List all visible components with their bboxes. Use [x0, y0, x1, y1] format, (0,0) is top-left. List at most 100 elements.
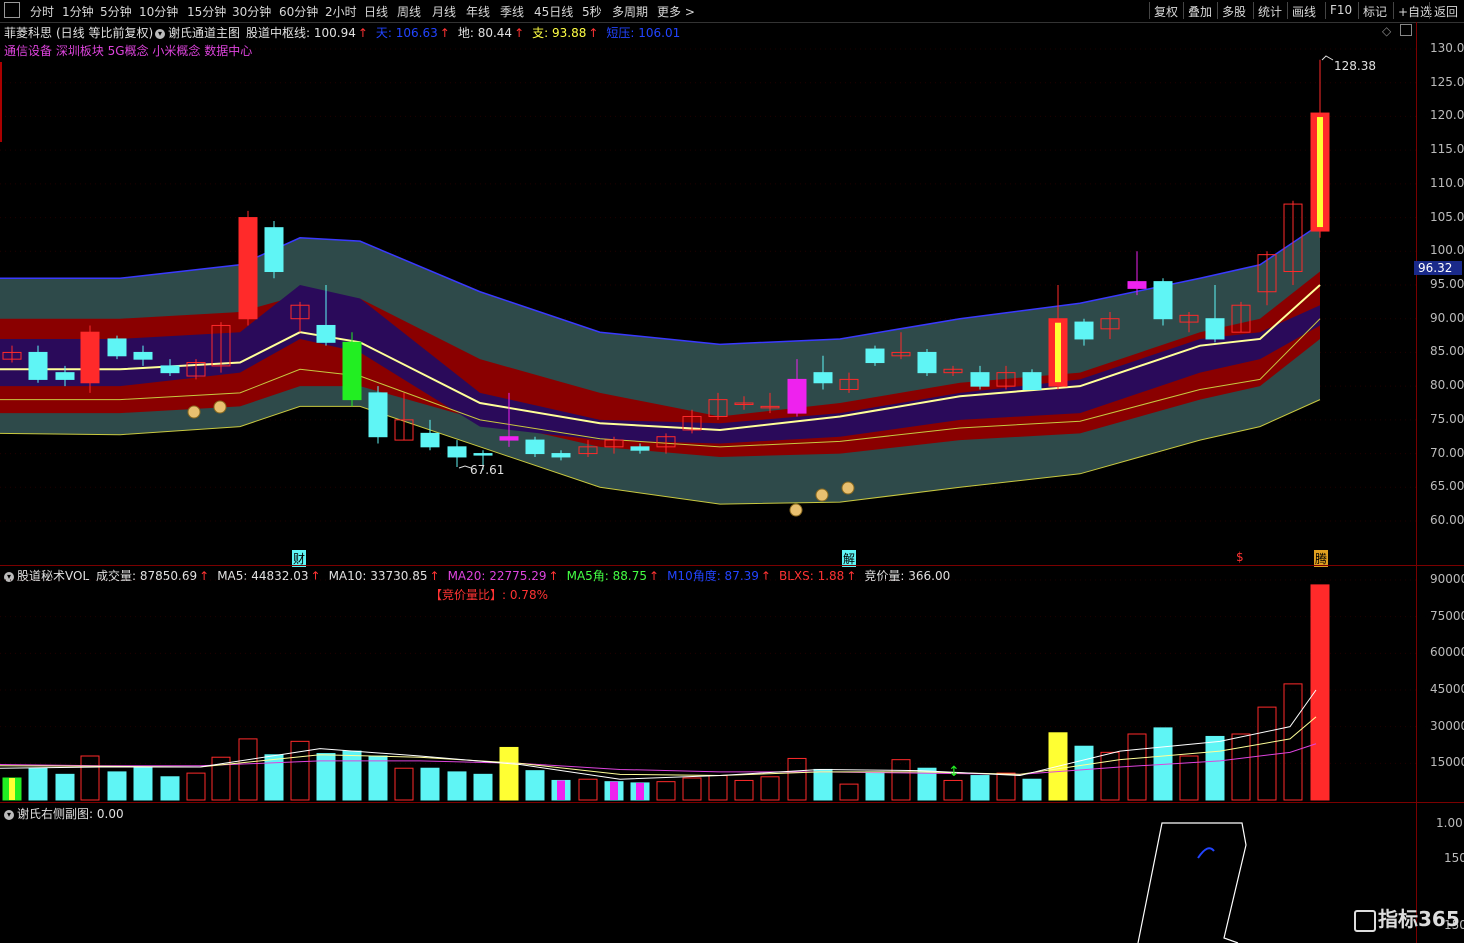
volume-bar: [996, 772, 1016, 801]
high-marker-icon: [1321, 55, 1334, 61]
period-tab-0[interactable]: 分时: [30, 3, 54, 20]
candle-body: [55, 372, 75, 380]
volume-chart[interactable]: ↕: [0, 566, 1416, 802]
limit-up-stripe: [1317, 117, 1323, 228]
candle-body: [160, 365, 180, 374]
period-tab-12[interactable]: 季线: [500, 3, 524, 20]
volume-bar: [290, 740, 310, 801]
price-tick: 90.00: [1430, 310, 1464, 325]
candle-body: [630, 446, 650, 451]
candle-body: [1205, 318, 1225, 340]
candle-body: [238, 217, 258, 320]
period-tab-3[interactable]: 10分钟: [139, 3, 178, 20]
panel-toggle-icon[interactable]: [4, 2, 20, 18]
volume-bar: [447, 771, 467, 801]
toolbar-button-3[interactable]: 统计: [1258, 3, 1282, 20]
volume-bar: [839, 783, 859, 801]
money-bag-icon: [841, 481, 855, 495]
toolbar-button-2[interactable]: 多股: [1222, 3, 1246, 20]
volume-bar: [80, 755, 100, 801]
candlestick-chart[interactable]: [0, 22, 1416, 566]
period-tab-8[interactable]: 日线: [364, 3, 388, 20]
period-tab-14[interactable]: 5秒: [582, 3, 602, 20]
volume-bar: [186, 772, 206, 801]
price-tick: 60.00: [1430, 513, 1464, 527]
candle-body: [28, 351, 48, 380]
candle-body: [1074, 321, 1094, 340]
period-tab-1[interactable]: 1分钟: [62, 3, 94, 20]
toolbar-separator: [1358, 2, 1359, 19]
volume-bar: [1022, 778, 1042, 801]
volume-bar: [1283, 683, 1303, 801]
candle-body: [525, 439, 545, 455]
volume-tick: 75000: [1430, 608, 1464, 623]
candle-body: [1153, 281, 1173, 320]
volume-tick: 90000: [1430, 572, 1464, 586]
toolbar-button-7[interactable]: +自选: [1398, 3, 1432, 20]
volume-bar: [55, 773, 75, 801]
watermark: 指标365: [1354, 903, 1460, 932]
toolbar-button-6[interactable]: 标记: [1363, 3, 1387, 20]
period-tab-15[interactable]: 多周期: [612, 3, 648, 20]
price-tick: 125.00: [1430, 74, 1464, 89]
toolbar-separator: [1325, 2, 1326, 19]
candle-body: [342, 341, 362, 401]
toolbar-separator: [1149, 2, 1150, 19]
signal-curve: [1197, 847, 1215, 859]
period-tab-6[interactable]: 60分钟: [279, 3, 318, 20]
period-tab-4[interactable]: 15分钟: [187, 3, 226, 20]
side-tick: 150: [1444, 851, 1464, 865]
money-bag-icon: [187, 405, 201, 419]
volume-tick: 30000: [1430, 718, 1464, 733]
period-tab-13[interactable]: 45日线: [534, 3, 573, 20]
volume-bar-stripe: [9, 778, 15, 800]
price-tick: 85.00: [1430, 344, 1464, 359]
volume-bar: [656, 781, 676, 801]
candle-body: [917, 351, 937, 374]
volume-tick: 60000: [1430, 645, 1464, 660]
price-tick: 100.00: [1430, 243, 1464, 258]
period-tab-5[interactable]: 30分钟: [232, 3, 271, 20]
period-tab-11[interactable]: 年线: [466, 3, 490, 20]
volume-bar: [394, 767, 414, 801]
toolbar-button-1[interactable]: 叠加: [1188, 3, 1212, 20]
candle-body: [1127, 281, 1147, 289]
volume-bar: [107, 771, 127, 801]
candle-body: [473, 453, 493, 456]
volume-bar-stripe: [557, 780, 565, 800]
toolbar-button-0[interactable]: 复权: [1154, 3, 1178, 20]
volume-bar-stripe: [636, 782, 644, 800]
candle-body: [133, 351, 153, 360]
period-tab-9[interactable]: 周线: [397, 3, 421, 20]
toolbar-separator: [1429, 2, 1430, 19]
toolbar-button-4[interactable]: 画线: [1292, 3, 1316, 20]
candle-body: [264, 227, 284, 273]
period-tab-2[interactable]: 5分钟: [100, 3, 132, 20]
volume-bar: [1205, 735, 1225, 801]
volume-bar: [238, 738, 258, 801]
toolbar-button-5[interactable]: F10: [1330, 3, 1352, 17]
candle-body: [107, 338, 127, 357]
period-tab-16[interactable]: 更多 >: [657, 3, 695, 20]
candle-body: [368, 392, 388, 438]
watermark-logo-icon: [1354, 909, 1376, 932]
period-tab-10[interactable]: 月线: [432, 3, 456, 20]
volume-bar: [342, 750, 362, 801]
low-price-label: 67.61: [470, 463, 505, 477]
period-tab-7[interactable]: 2小时: [325, 3, 357, 20]
volume-tick: 15000: [1430, 755, 1464, 770]
volume-bar: [28, 767, 48, 801]
candle-body: [787, 378, 807, 414]
money-bag-icon: [815, 488, 829, 502]
price-tick: 105.00: [1430, 209, 1464, 224]
toolbar-button-8[interactable]: 返回: [1434, 3, 1458, 20]
dividend-event-marker[interactable]: $: [1236, 550, 1244, 564]
volume-bar: [368, 755, 388, 801]
volume-bar: [525, 770, 545, 801]
price-tick: 80.00: [1430, 378, 1464, 393]
side-chart[interactable]: [0, 803, 1416, 943]
volume-bar: [1257, 706, 1277, 801]
toolbar-separator: [1287, 2, 1288, 19]
money-bag-icon: [789, 503, 803, 517]
volume-bar: [499, 746, 519, 801]
